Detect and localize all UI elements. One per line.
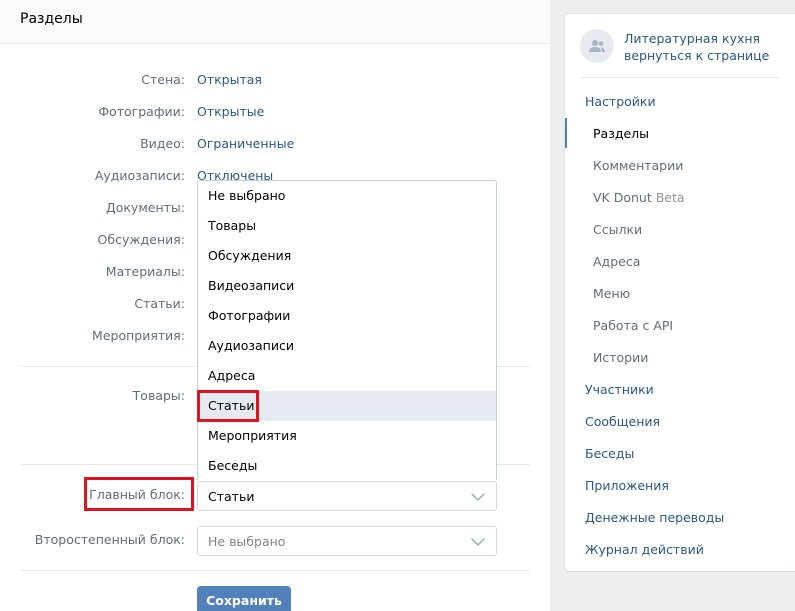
sidebar-item-vk-donut[interactable]: VK Donut Beta: [565, 182, 795, 212]
sidebar-item-apps[interactable]: Приложения: [565, 470, 795, 500]
main-block-select[interactable]: Статьи: [197, 481, 497, 511]
dropdown-option[interactable]: Адреса: [198, 361, 496, 391]
chevron-down-icon: [471, 493, 485, 501]
row-label-discussions: Обсуждения:: [97, 232, 185, 247]
row-label-wall: Стена:: [141, 72, 185, 87]
sidebar-item-sections[interactable]: Разделы: [565, 118, 795, 148]
main-block-dropdown: Не выбрано Товары Обсуждения Видеозаписи…: [197, 180, 497, 480]
row-label-articles: Статьи:: [134, 296, 185, 311]
row-value-video[interactable]: Ограниченные: [197, 136, 294, 151]
dropdown-option[interactable]: Товары: [198, 211, 496, 241]
dropdown-option[interactable]: Не выбрано: [198, 181, 496, 211]
main-panel: Разделы Стена: Открытая Фотографии: Откр…: [0, 0, 550, 611]
dropdown-option[interactable]: Аудиозаписи: [198, 331, 496, 361]
beta-badge: Beta: [655, 190, 685, 205]
page-title: Разделы: [20, 11, 83, 27]
highlight-frame-main-block-label: [84, 477, 194, 511]
sidebar-item-members[interactable]: Участники: [565, 374, 795, 404]
secondary-block-select-value: Не выбрано: [208, 534, 286, 549]
sidebar-item-addresses[interactable]: Адреса: [565, 246, 795, 276]
main-header: Разделы: [0, 0, 550, 44]
sidebar-item-menu[interactable]: Меню: [565, 278, 795, 308]
group-name-link[interactable]: Литературная кухня: [624, 31, 760, 46]
dropdown-option[interactable]: Фотографии: [198, 301, 496, 331]
row-label-goods: Товары:: [132, 388, 185, 403]
row-label-materials: Материалы:: [105, 264, 185, 279]
sidebar: Литературная кухня вернуться к странице …: [565, 14, 795, 571]
group-avatar[interactable]: [580, 29, 614, 63]
back-to-page-link[interactable]: вернуться к странице: [624, 48, 769, 63]
divider: [20, 570, 530, 571]
row-label-video: Видео:: [140, 136, 185, 151]
sidebar-item-links[interactable]: Ссылки: [565, 214, 795, 244]
highlight-frame-articles-option: [197, 390, 259, 422]
dropdown-option[interactable]: Обсуждения: [198, 241, 496, 271]
sidebar-item-comments[interactable]: Комментарии: [565, 150, 795, 180]
divider: [580, 77, 780, 78]
row-label-events: Мероприятия:: [92, 328, 185, 343]
row-value-photos[interactable]: Открытые: [197, 104, 264, 119]
sidebar-item-action-log[interactable]: Журнал действий: [565, 534, 795, 564]
chevron-down-icon: [471, 538, 485, 546]
secondary-block-label: Второстепенный блок:: [34, 532, 185, 547]
sidebar-item-messages[interactable]: Сообщения: [565, 406, 795, 436]
dropdown-option[interactable]: Мероприятия: [198, 421, 496, 451]
row-value-wall[interactable]: Открытая: [197, 72, 262, 87]
main-block-select-value: Статьи: [208, 489, 255, 504]
row-label-audio: Аудиозаписи:: [94, 168, 185, 183]
dropdown-option[interactable]: Беседы: [198, 451, 496, 480]
sidebar-item-money-transfers[interactable]: Денежные переводы: [565, 502, 795, 532]
sidebar-item-stories[interactable]: Истории: [565, 342, 795, 372]
dropdown-option[interactable]: Видеозаписи: [198, 271, 496, 301]
sidebar-item-api[interactable]: Работа с API: [565, 310, 795, 340]
row-label-photos: Фотографии:: [98, 104, 185, 119]
sidebar-item-settings[interactable]: Настройки: [565, 86, 795, 116]
sidebar-item-chats[interactable]: Беседы: [565, 438, 795, 468]
row-label-documents: Документы:: [105, 200, 185, 215]
users-icon: [589, 40, 605, 52]
secondary-block-select[interactable]: Не выбрано: [197, 526, 497, 556]
save-button[interactable]: Сохранить: [197, 586, 291, 611]
